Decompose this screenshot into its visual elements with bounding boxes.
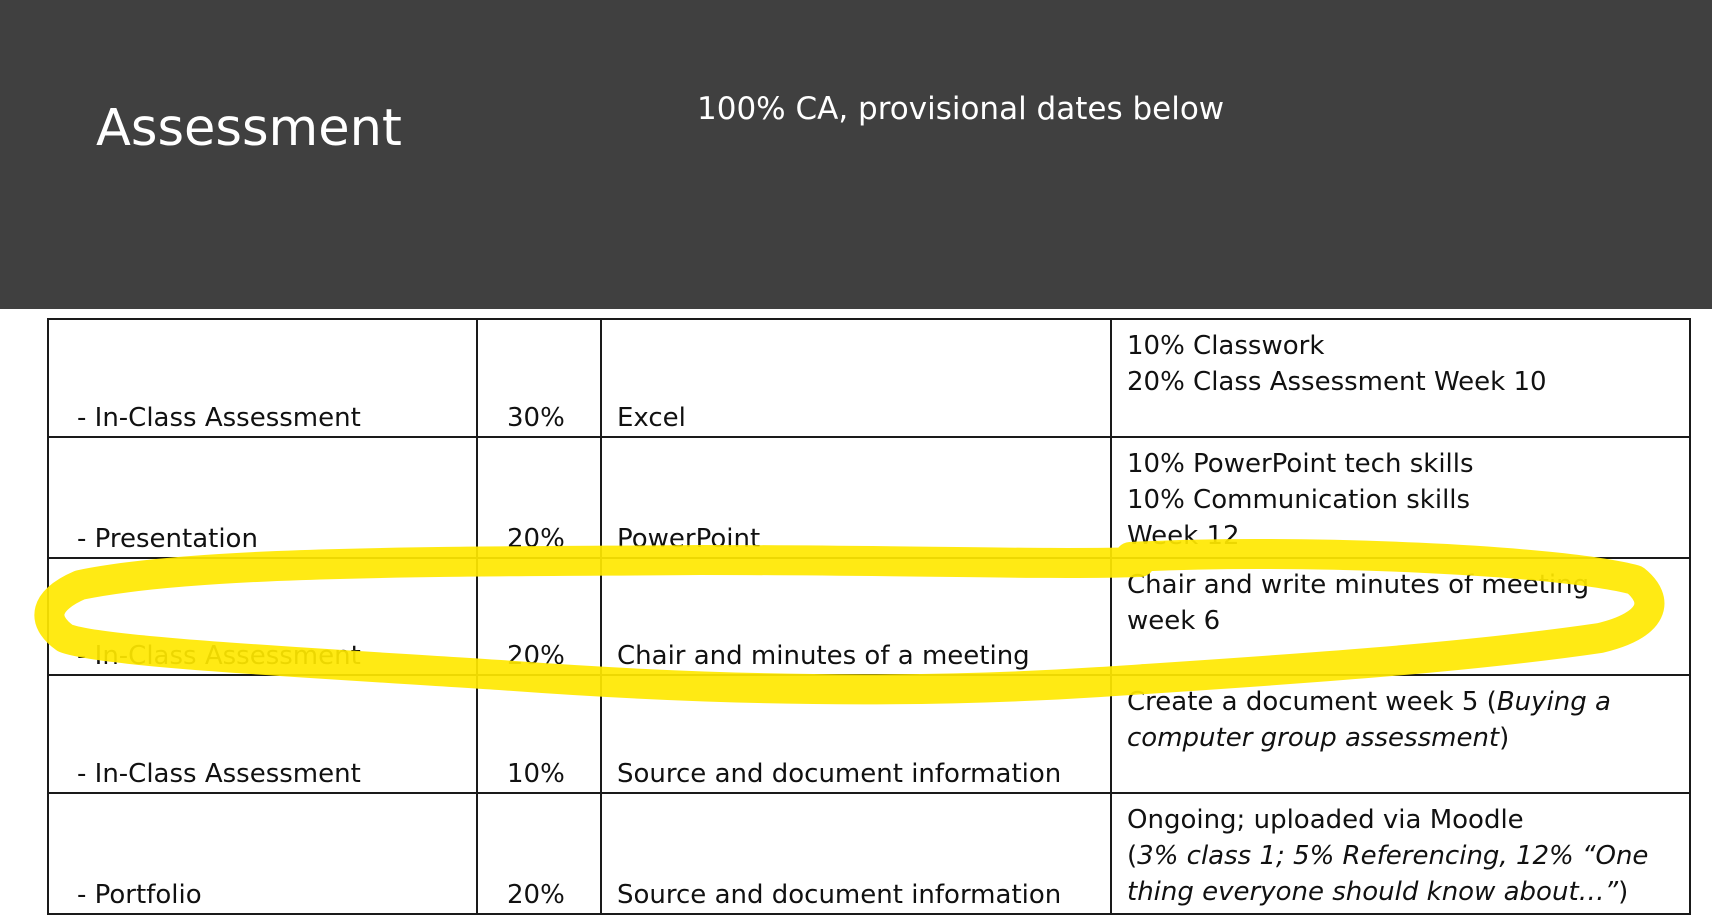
weight-cell: 20% xyxy=(476,556,602,677)
detail-italic-text: computer group assessment xyxy=(1127,723,1500,754)
table-row: - In-Class Assessment 20% Chair and minu… xyxy=(47,556,1691,677)
detail-italic-text: Buying a xyxy=(1496,687,1611,718)
detail-line: 10% Communication skills xyxy=(1127,484,1471,515)
detail-line: thing everyone should know about…”) xyxy=(1127,874,1675,910)
topic-cell: Chair and minutes of a meeting xyxy=(600,556,1112,677)
table-row: - In-Class Assessment 10% Source and doc… xyxy=(47,674,1691,795)
detail-text: ( xyxy=(1127,841,1138,872)
detail-line: Create a document week 5 (Buying a xyxy=(1127,684,1675,720)
detail-text: ) xyxy=(1618,877,1629,908)
detail-italic-text: thing everyone should know about…” xyxy=(1127,877,1619,908)
header-bar: Assessment 100% CA, provisional dates be… xyxy=(0,0,1712,309)
detail-cell: Ongoing; uploaded via Moodle (3% class 1… xyxy=(1110,792,1691,915)
detail-italic-text: 3% class 1; 5% Referencing, 12% “One xyxy=(1137,841,1649,872)
component-cell: - Portfolio xyxy=(47,792,478,915)
topic-cell: Excel xyxy=(600,318,1112,438)
detail-line: 20% Class Assessment Week 10 xyxy=(1127,367,1547,397)
topic-cell: Source and document information xyxy=(600,792,1112,915)
assessment-table: - In-Class Assessment 30% Excel 10% Clas… xyxy=(47,318,1691,915)
table-row: - In-Class Assessment 30% Excel 10% Clas… xyxy=(47,318,1691,438)
weight-cell: 30% xyxy=(476,318,602,438)
topic-cell: PowerPoint xyxy=(600,435,1112,559)
component-cell: - Presentation xyxy=(47,435,478,559)
component-cell: - In-Class Assessment xyxy=(47,556,478,677)
weight-cell: 20% xyxy=(476,435,602,559)
component-cell: - In-Class Assessment xyxy=(47,674,478,795)
detail-line: week 6 xyxy=(1127,605,1221,636)
table-row: - Presentation 20% PowerPoint 10% PowerP… xyxy=(47,435,1691,559)
detail-cell: 10% PowerPoint tech skills 10% Communica… xyxy=(1110,435,1691,559)
detail-line: Week 12 xyxy=(1127,520,1240,551)
detail-text: ) xyxy=(1499,723,1510,754)
detail-line: computer group assessment) xyxy=(1127,720,1675,756)
detail-line: 10% Classwork xyxy=(1127,331,1325,361)
weight-cell: 10% xyxy=(476,674,602,795)
detail-line: Ongoing; uploaded via Moodle xyxy=(1127,805,1524,836)
detail-line: Chair and write minutes of meeting xyxy=(1127,569,1590,600)
weight-cell: 20% xyxy=(476,792,602,915)
page-title: Assessment xyxy=(96,99,402,158)
detail-line: 10% PowerPoint tech skills xyxy=(1127,448,1474,479)
component-cell: - In-Class Assessment xyxy=(47,318,478,438)
page-subtitle: 100% CA, provisional dates below xyxy=(697,91,1225,127)
topic-cell: Source and document information xyxy=(600,674,1112,795)
detail-line: (3% class 1; 5% Referencing, 12% “One xyxy=(1127,838,1675,874)
detail-cell: Create a document week 5 (Buying a compu… xyxy=(1110,674,1691,795)
detail-cell: 10% Classwork 20% Class Assessment Week … xyxy=(1110,318,1691,438)
table-row: - Portfolio 20% Source and document info… xyxy=(47,792,1691,915)
detail-cell: Chair and write minutes of meeting week … xyxy=(1110,556,1691,677)
detail-text: Create a document week 5 ( xyxy=(1127,687,1497,718)
